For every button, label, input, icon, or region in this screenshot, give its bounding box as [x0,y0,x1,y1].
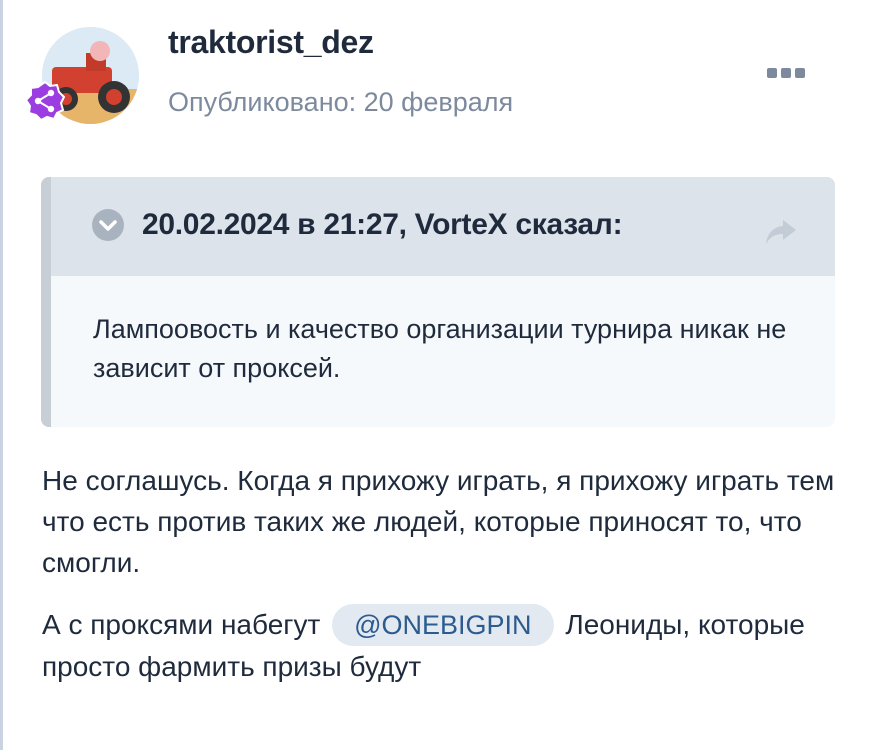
post-date[interactable]: Опубликовано: 20 февраля [168,87,513,118]
more-options-button[interactable] [762,60,810,86]
post-text: А с проксями набегут [42,609,321,640]
quote-block: 20.02.2024 в 21:27, VorteX сказал: Лампо… [41,177,835,427]
quote-citation: 20.02.2024 в 21:27, VorteX сказал: [142,208,623,241]
post-paragraph: Не соглашусь. Когда я прихожу играть, я … [42,465,835,578]
user-mention[interactable]: @ONEBIGPIN [332,604,554,646]
quote-header: 20.02.2024 в 21:27, VorteX сказал: [51,177,835,276]
ellipsis-icon [767,68,805,78]
quote-text: Лампоовость и качество организации турни… [93,314,787,383]
post-header: traktorist_dez Опубликовано: 20 февраля [0,0,877,150]
post-content: Не соглашусь. Когда я прихожу играть, я … [42,460,842,708]
share-arrow-icon[interactable] [763,217,799,247]
author-name[interactable]: traktorist_dez [168,24,374,61]
share-nodes-icon [24,80,66,122]
chevron-down-circle-icon[interactable] [91,208,125,242]
post-paragraph: А с проксями набегут @ONEBIGPIN Леониды,… [42,604,842,687]
quote-bar [41,177,51,427]
